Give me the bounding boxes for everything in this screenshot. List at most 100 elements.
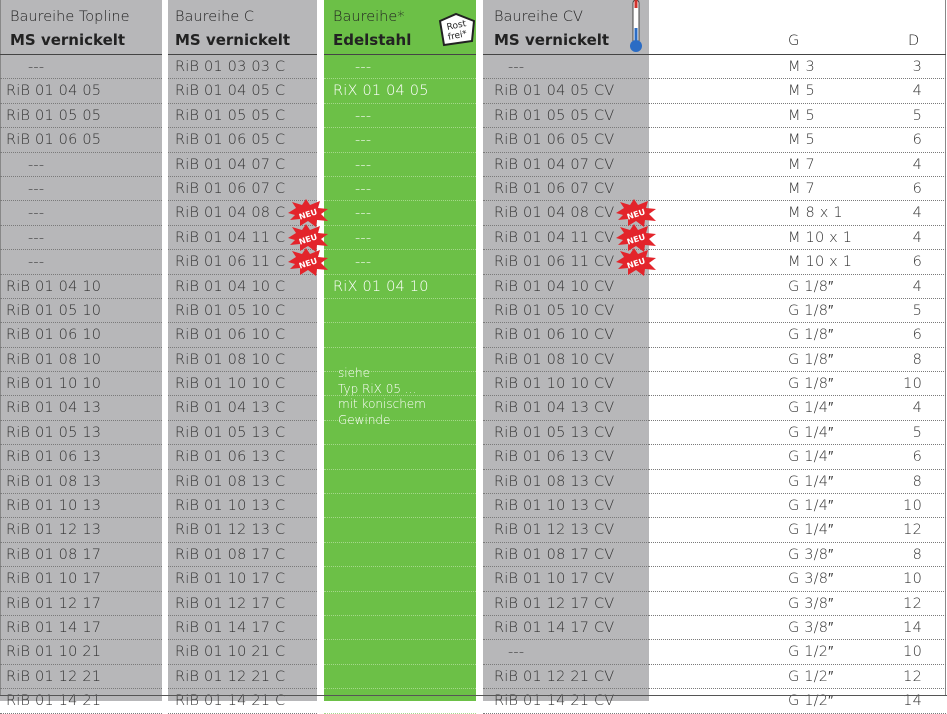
cell-cv: RiB 01 08 17 CV [494,546,615,563]
cell-d: 4 [912,83,922,100]
cell-edelstahl [333,323,476,347]
cell-d: 10 [903,498,922,515]
cell-cv: RiB 01 10 13 CV [494,498,615,515]
row-rule [649,712,946,714]
thermometer-icon [626,0,646,54]
header-topline-material: MS vernickelt [10,31,126,49]
cell-edelstahl: --- [355,254,372,271]
cell-d: 8 [912,473,922,490]
cell-cv: RiB 01 12 17 CV [494,595,615,612]
table-row: RiB 01 05 13 RiB 01 05 13 C RiB 01 05 13 C… [0,421,947,446]
cell-topline: RiB 01 10 13 [6,498,102,515]
row-rule [0,712,162,714]
cell-c: RiB 01 12 13 C [175,522,286,539]
note-siehe: siehe Typ RiX 05 ... mit konischem Gewin… [338,366,426,428]
cell-edelstahl: --- [355,205,372,222]
cell-d: 6 [912,254,922,271]
cell-d: 8 [912,351,922,368]
cell-edelstahl [333,299,476,323]
cell-cv: RiB 01 12 13 CV [494,522,615,539]
cell-edelstahl [333,470,476,494]
table-row: RiB 01 06 10 RiB 01 06 10 C RiB 01 06 10 C… [0,323,947,348]
table-row: RiB 01 04 05 RiB 01 04 05 C RiX 01 04 05 Ri… [0,79,947,104]
cell-topline: RiB 01 10 21 [6,644,102,661]
cell-cv: RiB 01 05 13 CV [494,424,615,441]
table-row: RiB 01 08 17 RiB 01 08 17 C RiB 01 08 17 C… [0,543,947,568]
cell-d: 6 [912,449,922,466]
cell-cv: RiB 01 05 05 CV [494,107,615,124]
cell-c: RiB 01 10 13 C [175,498,286,515]
cell-edelstahl [333,665,476,689]
cell-c: RiB 01 06 05 C [175,132,286,149]
table-row: RiB 01 04 10 RiB 01 04 10 C RiX 01 04 10 Ri… [0,275,947,299]
cell-d: 6 [912,327,922,344]
cell-d: 8 [912,546,922,563]
cell-cv: --- [508,644,525,661]
cell-c: RiB 01 06 10 C [175,327,286,344]
cell-c: RiB 01 12 17 C [175,595,286,612]
cell-edelstahl [333,567,476,591]
table-row: RiB 01 10 13 RiB 01 10 13 C RiB 01 10 13 C… [0,494,947,519]
cell-c: RiB 01 12 21 C [175,668,286,685]
cell-cv: RiB 01 08 13 CV [494,473,615,490]
cell-topline: --- [28,229,45,246]
cell-topline: --- [28,156,45,173]
neu-badge-icon: NEU [286,248,330,277]
cell-topline: RiB 01 05 13 [6,424,102,441]
product-table-page: Baureihe Topline MS vernickelt Baureihe … [0,0,947,714]
cell-topline: RiB 01 14 21 [6,693,102,710]
cell-d: 14 [903,693,922,710]
cell-cv: RiB 01 06 07 CV [494,180,615,197]
cell-d: 3 [912,59,922,75]
cell-d: 6 [912,132,922,149]
table-row: RiB 01 06 13 RiB 01 06 13 C RiB 01 06 13 C… [0,445,947,470]
table-row: --- RiB 01 06 07 C --- RiB 01 06 07 CV M 76 [0,177,947,202]
cell-topline: RiB 01 04 13 [6,400,102,417]
header-d: D [908,33,920,49]
cell-c: RiB 01 04 07 C [175,156,286,173]
header-edelstahl-material: Edelstahl [333,31,412,49]
cell-topline: RiB 01 10 17 [6,571,102,588]
cell-cv: RiB 01 05 10 CV [494,302,615,319]
cell-edelstahl [333,616,476,640]
rostfrei-badge-icon: Rost frei* [436,11,478,49]
cell-edelstahl: --- [355,180,372,197]
note-line-1: siehe [338,366,370,380]
cell-topline: --- [28,180,45,197]
bottom-rule [0,695,947,696]
cell-edelstahl [333,518,476,542]
table-body: --- RiB 01 03 03 C --- --- M 3 3 RiB 01 04 05 R… [0,55,947,714]
cell-d: 4 [912,278,922,295]
cell-c: RiB 01 08 13 C [175,473,286,490]
cell-d: 12 [903,668,922,685]
header-cv-material: MS vernickelt [494,31,610,49]
cell-c: RiB 01 10 10 C [175,376,286,393]
cell-edelstahl [333,494,476,518]
cell-c: RiB 01 06 13 C [175,449,286,466]
cell-d: 10 [903,644,922,661]
table-row: RiB 01 14 21 RiB 01 14 21 C RiB 01 14 21 C… [0,689,947,714]
cell-edelstahl [333,640,476,664]
cell-cv: RiB 01 12 21 CV [494,668,615,685]
table-row: RiB 01 14 17 RiB 01 14 17 C RiB 01 14 17 C… [0,616,947,641]
table-row: RiB 01 12 17 RiB 01 12 17 C RiB 01 12 17 C… [0,592,947,616]
table-row: RiB 01 08 13 RiB 01 08 13 C RiB 01 08 13 C… [0,470,947,495]
cell-edelstahl: --- [355,107,372,124]
note-line-3: mit konischem [338,397,426,411]
note-line-4: Gewinde [338,412,391,427]
table-row: RiB 01 10 10 RiB 01 10 10 C RiB 01 10 10 C… [0,372,947,397]
cell-c: RiB 01 14 21 C [175,693,286,710]
neu-badge-icon: NEU [614,248,658,277]
cell-cv: --- [508,59,525,75]
cell-edelstahl: --- [355,59,372,75]
row-rule [483,712,649,714]
table-row: RiB 01 10 17 RiB 01 10 17 C RiB 01 10 17 C… [0,567,947,592]
table-row: RiB 01 06 05 RiB 01 06 05 C --- RiB 01 06 0… [0,128,947,153]
cell-topline: --- [28,59,45,75]
header-c-series: Baureihe C [175,9,255,25]
cell-topline: RiB 01 10 10 [6,376,102,393]
cell-topline: RiB 01 14 17 [6,619,102,636]
cell-cv: RiB 01 10 10 CV [494,376,615,393]
cell-d: 12 [903,595,922,612]
cell-edelstahl [333,689,476,713]
